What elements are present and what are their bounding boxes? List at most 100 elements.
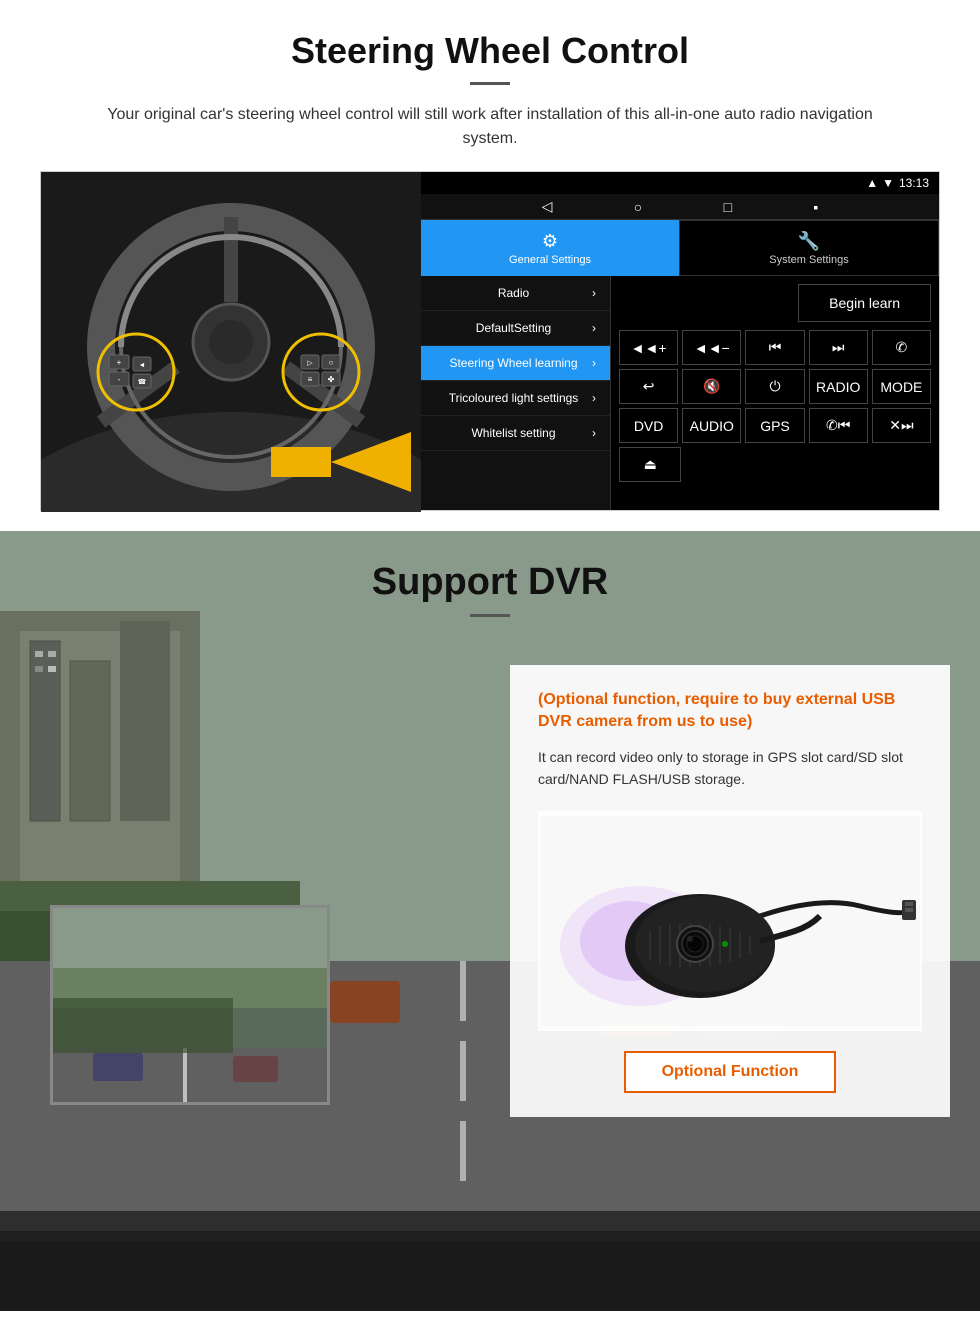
menu-steering-label: Steering Wheel learning: [435, 356, 592, 370]
prev-icon: ⏮: [769, 339, 782, 356]
next-icon: ⏭: [832, 339, 845, 356]
settings-tabs: ⚙ General Settings 🔧 System Settings: [421, 220, 939, 276]
nav-home-icon[interactable]: ○: [634, 199, 642, 215]
chevron-icon: ›: [592, 286, 596, 300]
dvr-info-box: (Optional function, require to buy exter…: [510, 665, 950, 1117]
menu-item-tricoloured[interactable]: Tricoloured light settings ›: [421, 381, 610, 416]
svg-text:○: ○: [329, 358, 334, 367]
menu-whitelist-label: Whitelist setting: [435, 426, 592, 440]
chevron-icon-5: ›: [592, 426, 596, 440]
eject-btn[interactable]: ⏏: [619, 447, 681, 482]
dvr-camera-svg: [540, 816, 920, 1026]
menu-tricoloured-label: Tricoloured light settings: [435, 391, 592, 405]
call-btn[interactable]: ✆: [872, 330, 931, 365]
tab-general-settings[interactable]: ⚙ General Settings: [421, 220, 679, 276]
steering-section: Steering Wheel Control Your original car…: [0, 0, 980, 531]
vol-up-btn[interactable]: ◄◄+: [619, 330, 678, 365]
svg-text:▷: ▷: [307, 360, 313, 367]
vol-down-icon: ◄◄−: [694, 340, 730, 356]
prev-btn[interactable]: ⏮: [745, 330, 804, 365]
eject-icon: ⏏: [644, 456, 657, 473]
dvr-optional-text: (Optional function, require to buy exter…: [538, 689, 922, 734]
tel-next-btn[interactable]: ✕⏭: [872, 408, 931, 443]
optional-function-area: Optional Function: [538, 1043, 922, 1093]
mode-icon: MODE: [880, 379, 922, 395]
control-grid-row2: ↩ 🔇 ⏻ RADIO MODE: [619, 369, 931, 404]
mode-btn[interactable]: MODE: [872, 369, 931, 404]
control-panel: Begin learn ◄◄+ ◄◄− ⏮ ⏭ ✆ ↩ 🔇 ⏻: [611, 276, 939, 510]
svg-text:+: +: [117, 358, 122, 367]
steering-demo: + - ◄ ☎ ▷ ≡ ○ ✤: [40, 171, 940, 511]
audio-icon: AUDIO: [690, 418, 734, 434]
svg-text:≡: ≡: [308, 375, 313, 384]
control-grid-row4: ⏏: [619, 447, 931, 482]
menu-item-steering[interactable]: Steering Wheel learning ›: [421, 346, 610, 381]
menu-item-default[interactable]: DefaultSetting ›: [421, 311, 610, 346]
gps-btn[interactable]: GPS: [745, 408, 804, 443]
nav-back-icon[interactable]: ◁: [542, 198, 553, 215]
system-icon: 🔧: [798, 231, 820, 252]
control-grid-row1: ◄◄+ ◄◄− ⏮ ⏭ ✆: [619, 330, 931, 365]
svg-text:✤: ✤: [328, 375, 335, 384]
nav-menu-icon[interactable]: ▪: [813, 199, 818, 215]
status-time: 13:13: [899, 176, 929, 190]
dvr-body: (Optional function, require to buy exter…: [0, 665, 980, 1165]
svg-text:◄: ◄: [139, 362, 146, 369]
power-icon: ⏻: [769, 378, 780, 395]
begin-learn-button[interactable]: Begin learn: [798, 284, 931, 322]
menu-default-label: DefaultSetting: [435, 321, 592, 335]
tel-prev-icon: ✆⏮: [826, 417, 850, 434]
svg-text:☎: ☎: [138, 378, 147, 386]
vol-down-btn[interactable]: ◄◄−: [682, 330, 741, 365]
dvr-title: Support DVR: [40, 561, 940, 604]
mute-btn[interactable]: 🔇: [682, 369, 741, 404]
gear-icon: ⚙: [542, 231, 558, 252]
menu-radio-label: Radio: [435, 286, 592, 300]
audio-btn[interactable]: AUDIO: [682, 408, 741, 443]
dvd-btn[interactable]: DVD: [619, 408, 678, 443]
signal-icon: ▲: [866, 176, 878, 190]
radio-icon: RADIO: [816, 379, 860, 395]
steering-title: Steering Wheel Control: [40, 30, 940, 72]
dvr-camera-image: [538, 811, 922, 1031]
dvr-thumbnail-svg: [53, 908, 330, 1105]
back-btn[interactable]: ↩: [619, 369, 678, 404]
tab-system-label: System Settings: [769, 254, 848, 266]
dvr-description: It can record video only to storage in G…: [538, 746, 922, 791]
dvr-heading-area: Support DVR: [0, 531, 980, 655]
steering-subtitle: Your original car's steering wheel contr…: [90, 103, 890, 151]
svg-text:-: -: [118, 375, 121, 384]
call-icon: ✆: [896, 339, 908, 356]
tab-system-settings[interactable]: 🔧 System Settings: [679, 220, 939, 276]
title-divider-1: [470, 82, 510, 85]
menu-item-radio[interactable]: Radio ›: [421, 276, 610, 311]
status-icons: ▲ ▼: [866, 176, 894, 190]
next-btn[interactable]: ⏭: [809, 330, 868, 365]
dvd-icon: DVD: [634, 418, 664, 434]
control-grid-row3: DVD AUDIO GPS ✆⏮ ✕⏭: [619, 408, 931, 443]
tel-next-icon: ✕⏭: [889, 417, 913, 434]
menu-list: Radio › DefaultSetting › Steering Wheel …: [421, 276, 611, 510]
power-btn[interactable]: ⏻: [745, 369, 804, 404]
nav-bar: ◁ ○ □ ▪: [421, 194, 939, 220]
status-bar: ▲ ▼ 13:13: [421, 172, 939, 194]
content-area: Radio › DefaultSetting › Steering Wheel …: [421, 276, 939, 510]
begin-learn-row: Begin learn: [619, 284, 931, 322]
steering-photo: + - ◄ ☎ ▷ ≡ ○ ✤: [41, 172, 421, 512]
android-screen: ▲ ▼ 13:13 ◁ ○ □ ▪ ⚙ General Settings 🔧: [421, 172, 939, 510]
dvr-section: Support DVR: [0, 531, 980, 1311]
wifi-icon: ▼: [882, 176, 894, 190]
title-divider-2: [470, 614, 510, 617]
dvr-thumbnail: [50, 905, 330, 1105]
tel-prev-btn[interactable]: ✆⏮: [809, 408, 868, 443]
back-icon: ↩: [643, 378, 655, 395]
nav-recent-icon[interactable]: □: [724, 199, 732, 215]
radio-btn[interactable]: RADIO: [809, 369, 868, 404]
chevron-icon-2: ›: [592, 321, 596, 335]
steering-wheel-svg: + - ◄ ☎ ▷ ≡ ○ ✤: [41, 172, 421, 512]
tab-general-label: General Settings: [509, 254, 591, 266]
optional-function-button[interactable]: Optional Function: [624, 1051, 837, 1093]
dvr-right-area: (Optional function, require to buy exter…: [510, 665, 950, 1137]
menu-item-whitelist[interactable]: Whitelist setting ›: [421, 416, 610, 451]
mute-icon: 🔇: [703, 378, 720, 395]
